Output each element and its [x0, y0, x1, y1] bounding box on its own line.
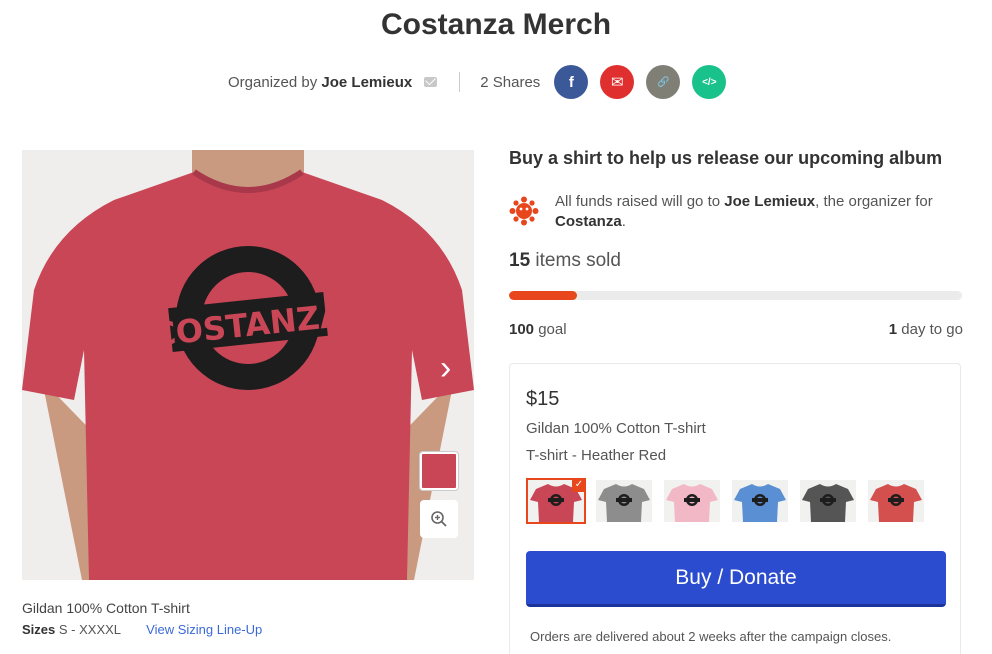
color-swatch[interactable]: ✓	[526, 478, 586, 524]
shirt-thumbnail-icon	[800, 480, 856, 522]
embed-icon: </>	[702, 76, 717, 88]
image-caption: Gildan 100% Cotton T-shirt	[22, 600, 190, 616]
funds-recipient: Joe Lemieux	[724, 193, 816, 210]
funds-notice: All funds raised will go to Joe Lemieux,…	[509, 192, 963, 232]
embed-share-button[interactable]: </>	[692, 65, 727, 99]
email-icon: ✉	[611, 74, 624, 91]
sizing-link[interactable]: View Sizing Line-Up	[146, 622, 262, 637]
organizer-name[interactable]: Joe Lemieux	[321, 74, 412, 91]
item-variant: T-shirt - Heather Red	[526, 447, 667, 464]
price: $15	[526, 388, 560, 410]
zoom-button[interactable]	[420, 500, 458, 538]
sizes-line: Sizes S - XXXXL View Sizing Line-Up	[22, 622, 262, 637]
funds-campaign: Costanza	[555, 213, 622, 230]
shirt-thumbnail-icon	[664, 480, 720, 522]
color-swatches: ✓	[526, 478, 934, 524]
funds-text: All funds raised will go to Joe Lemieux,…	[555, 193, 933, 230]
shirt-thumbnail-icon	[868, 480, 924, 522]
color-swatch[interactable]	[662, 478, 722, 524]
organizer-bar: Organized by Joe Lemieux 2 Shares f ✉ 🔗 </>	[228, 64, 738, 100]
product-image: COSTANZA ›	[22, 150, 474, 580]
facebook-icon: f	[568, 73, 574, 91]
time-value: 1	[888, 321, 898, 338]
campaign-info: Buy a shirt to help us release our upcom…	[509, 148, 963, 338]
email-share-button[interactable]: ✉	[600, 65, 635, 99]
goal: 100 goal	[509, 321, 567, 338]
items-sold: 15 items sold	[509, 250, 621, 271]
page-title: Costanza Merch	[380, 8, 612, 41]
sizes-value: S - XXXXL	[58, 622, 121, 637]
contact-organizer-icon[interactable]	[424, 77, 438, 87]
goal-value: 100	[509, 321, 535, 338]
progress-fill	[509, 291, 577, 300]
time-remaining: 1 day to go	[888, 321, 963, 338]
zoom-icon	[431, 511, 447, 527]
item-name: Gildan 100% Cotton T-shirt	[526, 420, 706, 437]
selected-check-icon: ✓	[572, 478, 586, 492]
delivery-note: Orders are delivered about 2 weeks after…	[530, 629, 892, 644]
image-thumbnail[interactable]	[420, 452, 458, 490]
sold-count: 15	[509, 250, 531, 271]
share-buttons: f ✉ 🔗 </>	[554, 65, 738, 99]
link-share-button[interactable]: 🔗	[646, 65, 681, 99]
funds-logo-icon	[509, 196, 539, 226]
color-swatch[interactable]	[798, 478, 858, 524]
divider	[459, 72, 461, 92]
share-count: 2 Shares	[480, 73, 541, 91]
progress-bar	[509, 291, 962, 300]
sizes-label: Sizes	[22, 622, 56, 637]
next-image-arrow[interactable]: ›	[440, 350, 462, 386]
buy-donate-button[interactable]: Buy / Donate	[526, 551, 946, 607]
color-swatch[interactable]	[866, 478, 926, 524]
shirt-thumbnail-icon	[596, 480, 652, 522]
campaign-headline: Buy a shirt to help us release our upcom…	[509, 148, 943, 168]
shirt-thumbnail-icon	[732, 480, 788, 522]
link-icon: 🔗	[657, 76, 670, 88]
organized-by: Organized by Joe Lemieux	[228, 73, 413, 91]
tshirt-illustration: COSTANZA	[22, 150, 474, 580]
facebook-share-button[interactable]: f	[554, 65, 589, 99]
color-swatch[interactable]	[730, 478, 790, 524]
color-swatch[interactable]	[594, 478, 654, 524]
purchase-card: $15 Gildan 100% Cotton T-shirt T-shirt -…	[509, 363, 961, 654]
